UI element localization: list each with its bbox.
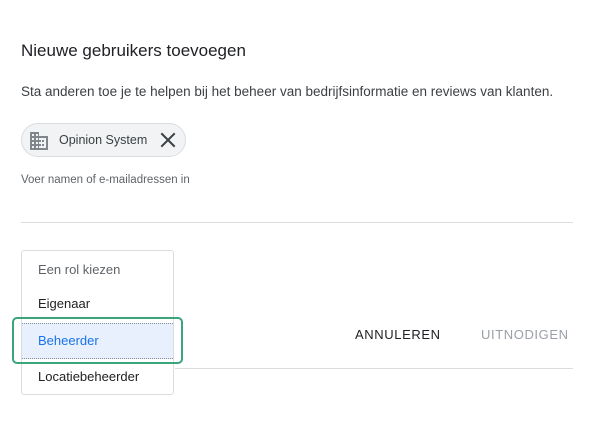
add-users-dialog: Nieuwe gebruikers toevoegen Sta anderen … bbox=[0, 0, 594, 421]
recipients-input[interactable]: Voer namen of e-mailadressen in bbox=[21, 174, 573, 223]
dialog-description: Sta anderen toe je te helpen bij het beh… bbox=[21, 84, 554, 99]
chip-label: Opinion System bbox=[59, 133, 148, 147]
business-chip[interactable]: Opinion System bbox=[21, 123, 186, 157]
role-option-locatiebeheerder[interactable]: Locatiebeheerder bbox=[22, 359, 173, 395]
recipients-placeholder: Voer namen of e-mailadressen in bbox=[21, 174, 190, 186]
invite-button[interactable]: UITNODIGEN bbox=[481, 327, 569, 342]
role-dropdown-menu[interactable]: Een rol kiezen Eigenaar Beheerder Locati… bbox=[21, 250, 174, 395]
dialog-title: Nieuwe gebruikers toevoegen bbox=[21, 41, 246, 60]
divider bbox=[175, 368, 573, 369]
cancel-button[interactable]: ANNULEREN bbox=[355, 327, 441, 342]
role-option-beheerder[interactable]: Beheerder bbox=[22, 323, 173, 359]
role-option-eigenaar[interactable]: Eigenaar bbox=[22, 286, 173, 322]
role-menu-header: Een rol kiezen bbox=[38, 262, 121, 277]
building-icon bbox=[29, 131, 49, 151]
close-icon[interactable] bbox=[159, 131, 177, 149]
